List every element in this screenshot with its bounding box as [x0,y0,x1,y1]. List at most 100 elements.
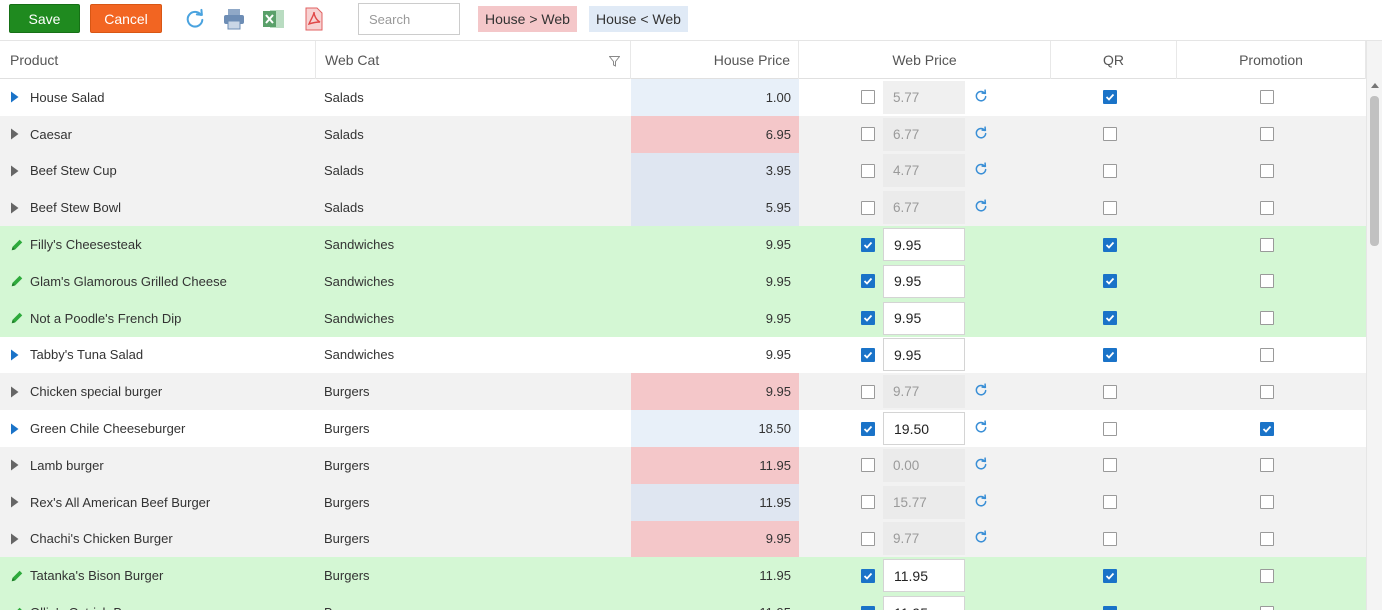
web-enabled-checkbox[interactable] [861,347,875,362]
web-cat-cell[interactable]: Burgers [316,447,631,484]
table-row[interactable]: Tabby's Tuna Salad Sandwiches 9.95 9.95 [0,336,1366,374]
web-enabled-checkbox[interactable] [861,458,875,473]
reset-price-icon[interactable] [974,494,988,511]
expand-arrow-icon[interactable] [10,423,24,435]
qr-checkbox[interactable] [1103,421,1117,436]
table-row[interactable]: Green Chile Cheeseburger Burgers 18.50 19.5… [0,410,1366,447]
product-cell[interactable]: Green Chile Cheeseburger [0,410,316,447]
promotion-checkbox[interactable] [1260,347,1274,362]
web-cat-cell[interactable]: Burgers [316,521,631,558]
column-header-promotion[interactable]: Promotion [1177,41,1366,79]
reset-price-icon[interactable] [974,457,988,474]
qr-cell[interactable] [1102,521,1118,558]
web-enabled-checkbox-cell[interactable] [860,447,876,484]
promotion-cell[interactable] [1259,447,1275,484]
web-cat-cell[interactable]: Sandwiches [316,337,631,374]
web-cat-cell[interactable]: Sandwiches [316,263,631,300]
web-enabled-checkbox[interactable] [861,421,875,436]
expand-arrow-icon[interactable] [10,165,24,177]
reset-price-icon[interactable] [974,89,988,106]
expand-arrow-icon[interactable] [10,533,24,545]
promotion-cell[interactable] [1259,189,1275,226]
promotion-cell[interactable] [1259,79,1275,116]
qr-checkbox[interactable] [1103,90,1117,105]
search-input[interactable] [358,3,460,35]
reset-price-cell[interactable] [972,484,990,521]
promotion-cell[interactable] [1259,557,1275,594]
product-cell[interactable]: Rex's All American Beef Burger [0,484,316,521]
web-cat-cell[interactable]: Burgers [316,484,631,521]
web-price-cell[interactable]: 11.95 [883,594,965,610]
web-enabled-checkbox[interactable] [861,495,875,510]
scroll-up-arrow-icon[interactable] [1371,83,1379,88]
web-enabled-checkbox[interactable] [861,127,875,142]
cancel-button[interactable]: Cancel [90,4,162,33]
promotion-cell[interactable] [1259,373,1275,410]
qr-cell[interactable] [1102,373,1118,410]
promotion-cell[interactable] [1259,594,1275,610]
qr-cell[interactable] [1102,263,1118,300]
qr-cell[interactable] [1102,447,1118,484]
web-enabled-checkbox-cell[interactable] [860,373,876,410]
qr-cell[interactable] [1102,189,1118,226]
web-enabled-checkbox-cell[interactable] [860,557,876,594]
promotion-cell[interactable] [1259,300,1275,337]
house-price-cell[interactable]: 11.95 [631,483,799,521]
column-header-web-cat[interactable]: Web Cat [316,41,631,79]
expand-arrow-icon[interactable] [10,128,24,140]
reset-price-cell[interactable] [972,373,990,410]
promotion-checkbox[interactable] [1260,384,1274,399]
reset-price-icon[interactable] [974,420,988,437]
table-row[interactable]: Glam's Glamorous Grilled Cheese Sandwiche… [0,262,1366,300]
web-enabled-checkbox-cell[interactable] [860,410,876,447]
product-cell[interactable]: Caesar [0,116,316,153]
web-enabled-checkbox-cell[interactable] [860,189,876,226]
reset-price-cell[interactable] [972,410,990,447]
web-price-cell[interactable]: 9.95 [883,263,965,300]
reset-price-icon[interactable] [974,530,988,547]
table-row[interactable]: Rex's All American Beef Burger Burgers 11.… [0,483,1366,521]
web-cat-cell[interactable]: Burgers [316,410,631,447]
table-row[interactable]: Beef Stew Cup Salads 3.95 4.77 [0,152,1366,190]
table-row[interactable]: Lamb burger Burgers 11.95 0.00 [0,446,1366,484]
web-enabled-checkbox-cell[interactable] [860,300,876,337]
product-cell[interactable]: Tatanka's Bison Burger [0,557,316,594]
promotion-checkbox[interactable] [1260,531,1274,546]
promotion-checkbox[interactable] [1260,163,1274,178]
web-price-field[interactable]: 9.95 [883,228,965,262]
qr-cell[interactable] [1102,153,1118,190]
web-enabled-checkbox[interactable] [861,163,875,178]
reset-price-icon[interactable] [974,162,988,179]
edit-pencil-icon[interactable] [10,273,24,289]
promotion-checkbox[interactable] [1260,127,1274,142]
save-button[interactable]: Save [9,4,80,33]
table-row[interactable]: Tatanka's Bison Burger Burgers 11.95 11.95 [0,557,1366,595]
reset-price-cell[interactable] [972,116,990,153]
reset-price-cell[interactable] [972,521,990,558]
web-enabled-checkbox[interactable] [861,384,875,399]
reset-price-icon[interactable] [974,199,988,216]
reset-price-cell[interactable] [972,447,990,484]
expand-arrow-icon[interactable] [10,91,24,103]
web-cat-cell[interactable]: Salads [316,189,631,226]
qr-cell[interactable] [1102,337,1118,374]
print-icon[interactable] [222,7,246,31]
web-price-field[interactable]: 11.95 [883,559,965,593]
house-price-cell[interactable]: 9.95 [631,520,799,558]
edit-pencil-icon[interactable] [10,568,24,584]
table-row[interactable]: Chicken special burger Burgers 9.95 9.77 [0,373,1366,411]
reset-price-cell[interactable] [972,189,990,226]
web-price-cell[interactable]: 11.95 [883,557,965,594]
product-cell[interactable]: Beef Stew Cup [0,153,316,190]
qr-checkbox[interactable] [1103,458,1117,473]
edit-pencil-icon[interactable] [10,605,24,610]
qr-cell[interactable] [1102,410,1118,447]
house-price-cell[interactable]: 18.50 [631,410,799,447]
web-enabled-checkbox[interactable] [861,568,875,583]
qr-cell[interactable] [1102,79,1118,116]
web-enabled-checkbox-cell[interactable] [860,226,876,263]
qr-checkbox[interactable] [1103,568,1117,583]
column-header-web-price[interactable]: Web Price [799,41,1051,79]
web-cat-cell[interactable]: Salads [316,153,631,190]
expand-arrow-icon[interactable] [10,349,24,361]
